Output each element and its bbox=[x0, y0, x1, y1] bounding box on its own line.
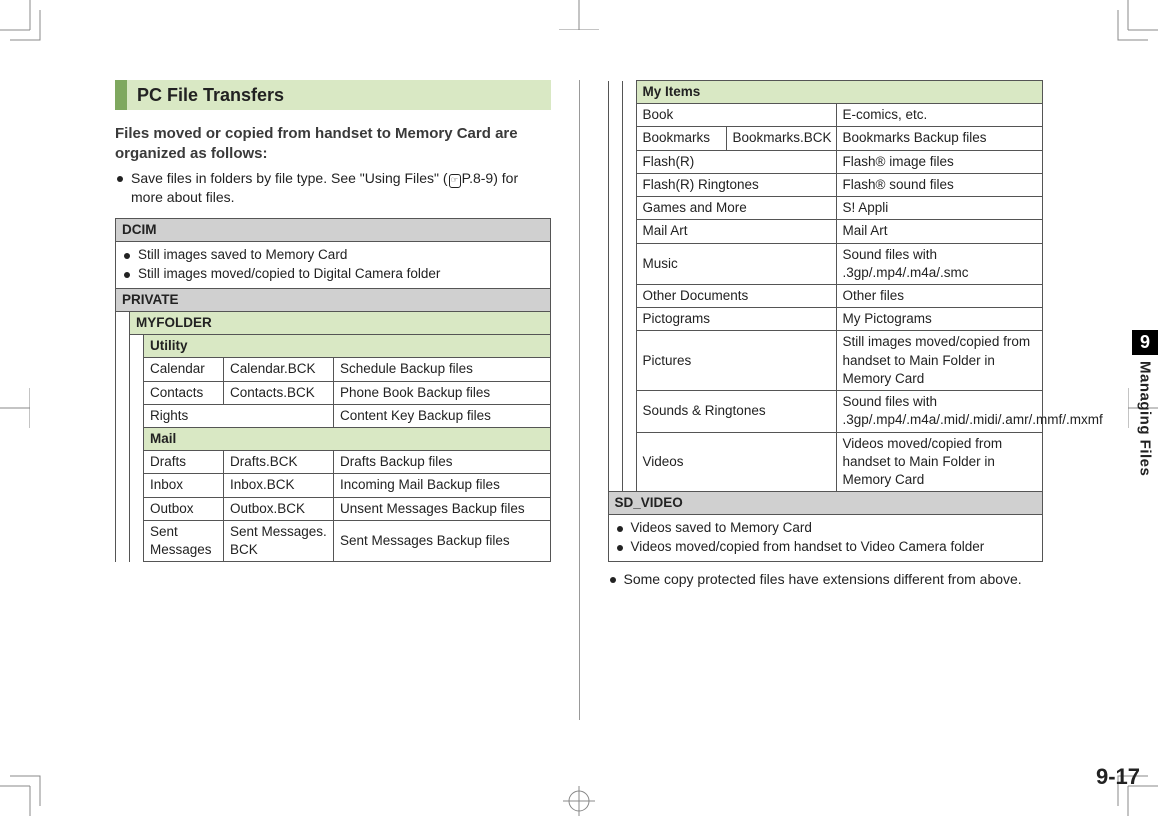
reference-icon: ☞ bbox=[449, 174, 461, 188]
cell: Schedule Backup files bbox=[334, 358, 551, 381]
cell: Mail Art bbox=[836, 220, 1043, 243]
cell: Bookmarks Backup files bbox=[836, 127, 1043, 150]
cell: Outbox.BCK bbox=[224, 497, 334, 520]
indent bbox=[116, 311, 130, 561]
cell: Outbox bbox=[144, 497, 224, 520]
cell: Sound files with .3gp/.mp4/.m4a/.mid/.mi… bbox=[836, 391, 1043, 432]
cell: Pictures bbox=[636, 331, 836, 391]
intro-text: Files moved or copied from handset to Me… bbox=[115, 124, 551, 165]
dcim-item: Still images saved to Memory Card bbox=[124, 246, 544, 265]
cell: Other files bbox=[836, 284, 1043, 307]
footnote-list: Some copy protected files have extension… bbox=[608, 570, 1044, 590]
utility-header: Utility bbox=[144, 335, 551, 358]
private-table: PRIVATE MYFOLDER Utility Calendar Calend… bbox=[115, 288, 551, 563]
section-heading: PC File Transfers bbox=[115, 80, 551, 110]
cell: Drafts Backup files bbox=[334, 451, 551, 474]
sdvideo-item: Videos moved/copied from handset to Vide… bbox=[617, 538, 1037, 557]
cell: Sent Messages. BCK bbox=[224, 520, 334, 561]
mail-header: Mail bbox=[144, 428, 551, 451]
cell: Bookmarks bbox=[636, 127, 726, 150]
myitems-table: My Items Book E-comics, etc. Bookmarks B… bbox=[608, 80, 1044, 492]
page-body: PC File Transfers Files moved or copied … bbox=[115, 80, 1043, 720]
cell: Phone Book Backup files bbox=[334, 381, 551, 404]
cell: Sent Messages bbox=[144, 520, 224, 561]
cell: Drafts.BCK bbox=[224, 451, 334, 474]
cell: Flash(R) Ringtones bbox=[636, 173, 836, 196]
chapter-label: Managing Files bbox=[1136, 361, 1153, 476]
right-column: My Items Book E-comics, etc. Bookmarks B… bbox=[608, 80, 1044, 720]
column-separator bbox=[579, 80, 580, 720]
cell: Sent Messages Backup files bbox=[334, 520, 551, 561]
dcim-table: DCIM Still images saved to Memory Card S… bbox=[115, 218, 551, 289]
cell: Sounds & Ringtones bbox=[636, 391, 836, 432]
indent bbox=[622, 81, 636, 492]
page-number: 9-17 bbox=[1096, 764, 1140, 790]
cell: Contacts bbox=[144, 381, 224, 404]
footnote: Some copy protected files have extension… bbox=[610, 570, 1044, 590]
cell: Flash® sound files bbox=[836, 173, 1043, 196]
sdvideo-item: Videos saved to Memory Card bbox=[617, 519, 1037, 538]
intro-bullet-ref: P.8-9 bbox=[462, 170, 494, 186]
myitems-header: My Items bbox=[636, 81, 1043, 104]
side-tab: 9 Managing Files bbox=[1132, 330, 1158, 476]
cell: Games and More bbox=[636, 197, 836, 220]
cell: Still images moved/copied from handset t… bbox=[836, 331, 1043, 391]
private-header: PRIVATE bbox=[116, 288, 551, 311]
cell: Flash(R) bbox=[636, 150, 836, 173]
cell: Videos moved/copied from handset to Main… bbox=[836, 432, 1043, 492]
intro-bullets: Save files in folders by file type. See … bbox=[115, 169, 551, 208]
cell: Unsent Messages Backup files bbox=[334, 497, 551, 520]
cell: Mail Art bbox=[636, 220, 836, 243]
dcim-header: DCIM bbox=[116, 218, 551, 241]
cell: Incoming Mail Backup files bbox=[334, 474, 551, 497]
cell: Flash® image files bbox=[836, 150, 1043, 173]
cell: Calendar bbox=[144, 358, 224, 381]
heading-text: PC File Transfers bbox=[127, 80, 551, 110]
cell: Content Key Backup files bbox=[334, 404, 551, 427]
cell: Drafts bbox=[144, 451, 224, 474]
sdvideo-header: SD_VIDEO bbox=[608, 492, 1043, 515]
cell: Other Documents bbox=[636, 284, 836, 307]
cell: My Pictograms bbox=[836, 308, 1043, 331]
cell: Bookmarks.BCK bbox=[726, 127, 836, 150]
dcim-body: Still images saved to Memory Card Still … bbox=[116, 241, 551, 288]
cell: Calendar.BCK bbox=[224, 358, 334, 381]
cell: Inbox bbox=[144, 474, 224, 497]
cell: Sound files with .3gp/.mp4/.m4a/.smc bbox=[836, 243, 1043, 284]
sdvideo-body: Videos saved to Memory Card Videos moved… bbox=[608, 515, 1043, 562]
cell: S! Appli bbox=[836, 197, 1043, 220]
dcim-item: Still images moved/copied to Digital Cam… bbox=[124, 265, 544, 284]
cell: Book bbox=[636, 104, 836, 127]
chapter-number: 9 bbox=[1132, 330, 1158, 355]
cell: Music bbox=[636, 243, 836, 284]
intro-bullet: Save files in folders by file type. See … bbox=[117, 169, 551, 208]
cell: Rights bbox=[144, 404, 334, 427]
intro-bullet-pre: Save files in folders by file type. See … bbox=[131, 170, 448, 186]
left-column: PC File Transfers Files moved or copied … bbox=[115, 80, 551, 720]
cell: Videos bbox=[636, 432, 836, 492]
cell: Pictograms bbox=[636, 308, 836, 331]
cell: Contacts.BCK bbox=[224, 381, 334, 404]
indent bbox=[608, 81, 622, 492]
indent bbox=[130, 335, 144, 562]
heading-bar-icon bbox=[115, 80, 127, 110]
myfolder-header: MYFOLDER bbox=[130, 311, 551, 334]
sdvideo-table: SD_VIDEO Videos saved to Memory Card Vid… bbox=[608, 491, 1044, 562]
cell: E-comics, etc. bbox=[836, 104, 1043, 127]
cell: Inbox.BCK bbox=[224, 474, 334, 497]
